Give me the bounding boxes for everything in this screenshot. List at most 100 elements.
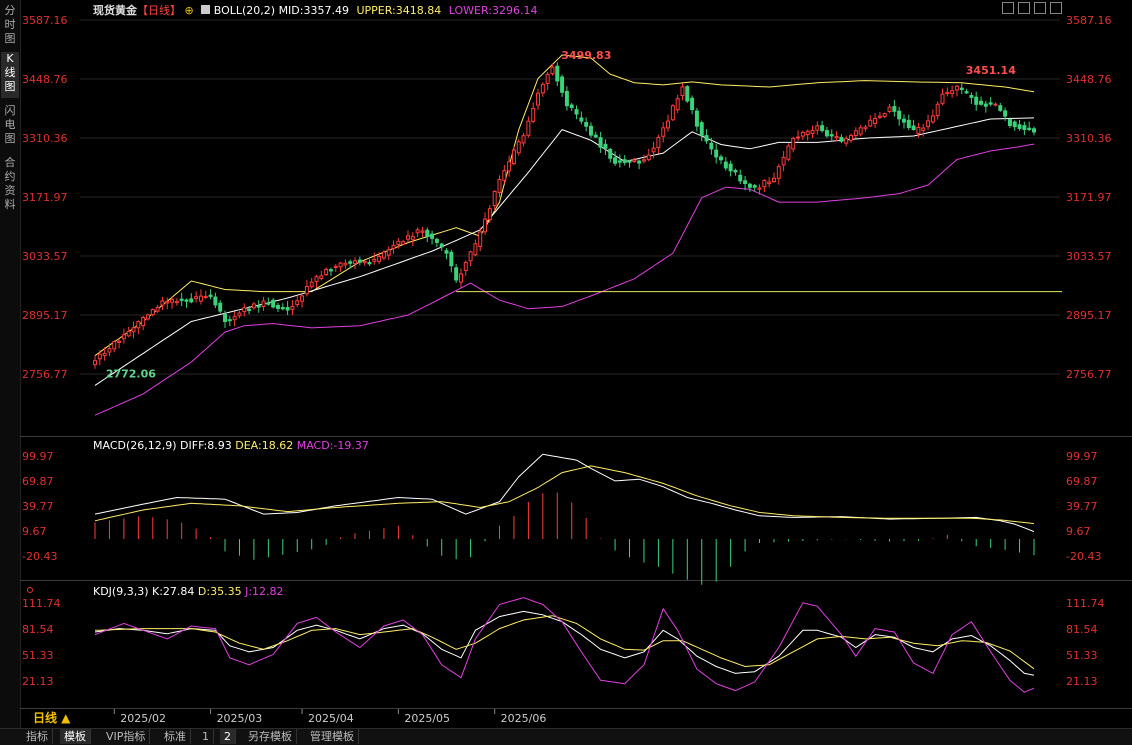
candle-down <box>694 110 699 127</box>
x-tick-label: 2025/05 <box>404 712 450 725</box>
candle-down <box>723 161 728 169</box>
candle-down <box>824 130 829 137</box>
macd-tick-left: 99.97 <box>22 450 54 463</box>
maximize-icon[interactable] <box>1002 2 1014 14</box>
tab-lightning[interactable]: 闪电图 <box>1 104 19 150</box>
candle-up <box>333 265 338 269</box>
kdj-tick-left: 21.13 <box>22 675 54 688</box>
indicator-toggle-icon[interactable] <box>201 5 211 14</box>
candle-down <box>1007 119 1012 127</box>
candle-up <box>232 316 237 321</box>
candle-up <box>661 127 666 137</box>
candle-down <box>988 102 993 105</box>
candle-up <box>767 181 772 185</box>
candle-up <box>160 300 165 306</box>
price-tick-right: 3448.76 <box>1066 73 1112 86</box>
period-button[interactable]: 日线 ▲ <box>33 709 70 726</box>
candle-up <box>641 159 646 162</box>
tab-standard[interactable]: 标准 <box>160 729 191 744</box>
candle-down <box>1027 127 1032 130</box>
candle-down <box>998 105 1003 111</box>
price-tick-right: 3587.16 <box>1066 14 1112 27</box>
candle-down <box>208 294 213 297</box>
candle-down <box>983 103 988 107</box>
candle-up <box>680 86 685 97</box>
macd-histogram <box>94 492 1035 585</box>
candle-down <box>613 157 618 164</box>
candle-down <box>747 183 752 188</box>
candle-down <box>285 306 290 311</box>
candle-up <box>805 130 810 136</box>
candle-up <box>868 119 873 127</box>
candle-down <box>271 299 276 308</box>
candle-down <box>357 259 362 263</box>
kdj-tick-right: 51.33 <box>1066 649 1098 662</box>
tab-contract-info[interactable]: 合约资料 <box>1 156 19 214</box>
candle-down <box>1017 124 1022 129</box>
candle-down <box>829 134 834 137</box>
candle-up <box>300 295 305 302</box>
candle-down <box>906 119 911 128</box>
candle-up <box>844 138 849 144</box>
candle-up <box>102 352 107 357</box>
tab-vip-indicators[interactable]: VIP指标 <box>102 729 151 744</box>
candle-up <box>304 286 309 295</box>
candle-up <box>550 66 555 74</box>
candle-down <box>897 110 902 120</box>
candle-up <box>420 230 425 233</box>
candle-up <box>309 281 314 288</box>
kdj-k-line <box>94 610 1035 676</box>
candle-up <box>319 275 324 279</box>
kdj-tick-left: 111.74 <box>22 597 61 610</box>
recent-high-label: 3451.14 <box>966 64 1016 77</box>
collapse-icon[interactable] <box>1050 2 1062 14</box>
main-header: 现货黄金【日线】 ⊕ BOLL(20,2) MID:3357.49 UPPER:… <box>93 2 537 18</box>
restore-icon[interactable] <box>1018 2 1030 14</box>
candle-up <box>666 120 671 129</box>
tab-save-template[interactable]: 另存模板 <box>244 729 297 744</box>
candle-up <box>675 98 680 111</box>
candle-down <box>617 160 622 163</box>
candle-up <box>853 130 858 136</box>
macd-tick-right: 99.97 <box>1066 450 1098 463</box>
candle-down <box>1032 128 1036 133</box>
candle-up <box>372 258 377 262</box>
price-axis-right: 3587.16 3448.76 3310.36 3171.97 3033.57 2895.… <box>1066 14 1112 381</box>
macd-dif: DIFF:8.93 <box>180 439 232 452</box>
expand-icon[interactable] <box>1034 2 1046 14</box>
candle-down <box>247 308 252 312</box>
add-indicator-icon[interactable]: ⊕ <box>185 4 194 17</box>
candle-down <box>348 261 353 264</box>
boll-mid: MID:3357.49 <box>278 4 349 17</box>
tab-page-1[interactable]: 1 <box>198 729 214 744</box>
boll-upper: UPPER:3418.84 <box>356 4 442 17</box>
candle-down <box>622 159 627 163</box>
tab-kline[interactable]: K线图 <box>1 52 19 98</box>
candle-up <box>295 300 300 306</box>
candle-up <box>290 305 295 310</box>
candle-down <box>256 305 261 308</box>
tab-indicators[interactable]: 指标 <box>22 729 53 744</box>
candle-up <box>131 327 136 333</box>
tab-page-2[interactable]: 2 <box>220 729 236 744</box>
bottom-toolbar: 指标 模板 VIP指标 标准 1 2 另存模板 管理模板 <box>0 728 1132 745</box>
price-axis-left: 3587.16 3448.76 3310.36 3171.97 3033.57 2895.… <box>22 14 68 381</box>
macd-tick-left: 69.87 <box>22 475 54 488</box>
tab-time-sharing[interactable]: 分时图 <box>1 4 19 46</box>
candle-up <box>926 120 931 127</box>
candle-down <box>555 65 560 82</box>
candle-up <box>954 85 959 91</box>
candle-up <box>877 115 882 118</box>
candle-down <box>1012 121 1017 128</box>
tab-manage-template[interactable]: 管理模板 <box>306 729 359 744</box>
candle-down <box>820 125 825 132</box>
kdj-settings-icon[interactable] <box>27 587 33 593</box>
price-tick-left: 3171.97 <box>22 191 68 204</box>
tab-templates[interactable]: 模板 <box>60 729 91 744</box>
candle-down <box>839 136 844 142</box>
candle-up <box>353 260 358 265</box>
candle-up <box>497 179 502 193</box>
candle-up <box>526 120 531 136</box>
candle-down <box>603 143 608 149</box>
chart-area[interactable]: 3587.16 3448.76 3310.36 3171.97 3033.57 2895.… <box>20 0 1132 728</box>
